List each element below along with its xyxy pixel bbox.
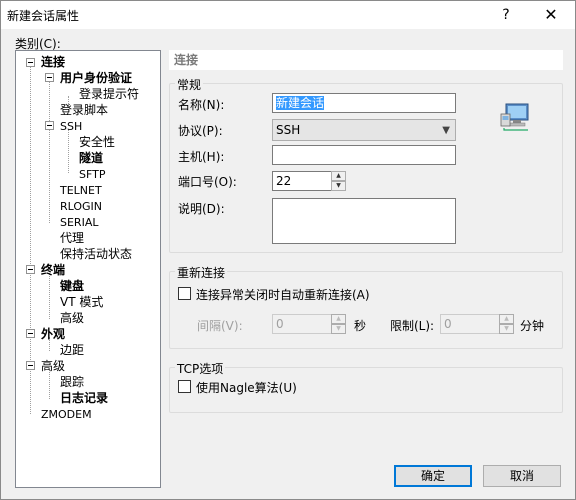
tree-item-margins[interactable]: 边距 bbox=[60, 343, 84, 358]
limit-unit: 分钟 bbox=[520, 319, 545, 333]
interval-spin-up[interactable]: ▲ bbox=[331, 314, 346, 324]
close-button[interactable]: ✕ bbox=[533, 4, 569, 26]
help-button[interactable]: ? bbox=[491, 4, 521, 26]
expander-connection[interactable] bbox=[26, 58, 35, 67]
tree-line bbox=[49, 273, 50, 319]
title-bar: 新建会话属性 ? ✕ bbox=[1, 1, 575, 29]
expander-auth[interactable] bbox=[45, 73, 54, 82]
name-input[interactable]: 新建会话 bbox=[272, 93, 456, 113]
tree-item-ssh[interactable]: SSH bbox=[60, 119, 82, 134]
window-title: 新建会话属性 bbox=[7, 9, 80, 23]
interval-label: 间隔(V): bbox=[197, 319, 243, 333]
category-tree[interactable]: 连接 用户身份验证 登录提示符 登录脚本 SSH 安全性 隧道 SFTP TEL… bbox=[15, 50, 161, 488]
tree-line bbox=[68, 129, 69, 173]
ok-button[interactable]: 确定 bbox=[394, 465, 472, 487]
cancel-button[interactable]: 取消 bbox=[483, 465, 561, 487]
protocol-select[interactable]: SSH ▼ bbox=[272, 119, 456, 141]
tree-item-proxy[interactable]: 代理 bbox=[60, 231, 84, 246]
protocol-value: SSH bbox=[276, 123, 301, 137]
session-properties-dialog: 新建会话属性 ? ✕ 类别(C): 连接 用户身份验证 登录提示符 登录脚本 S… bbox=[0, 0, 576, 500]
port-spin-up[interactable]: ▲ bbox=[331, 171, 346, 181]
port-spin-down[interactable]: ▼ bbox=[331, 181, 346, 191]
tree-item-telnet[interactable]: TELNET bbox=[60, 183, 102, 198]
limit-input[interactable]: 0 bbox=[440, 314, 500, 334]
interval-spin-down[interactable]: ▼ bbox=[331, 324, 346, 334]
tree-line bbox=[49, 81, 50, 223]
network-computer-icon bbox=[500, 103, 529, 131]
tree-item-advanced[interactable]: 高级 bbox=[41, 359, 65, 374]
tcp-group-title: TCP选项 bbox=[175, 360, 226, 377]
limit-label: 限制(L): bbox=[390, 319, 435, 333]
tree-item-login-prompt[interactable]: 登录提示符 bbox=[79, 87, 139, 102]
tree-item-appearance[interactable]: 外观 bbox=[41, 327, 65, 342]
protocol-label: 协议(P): bbox=[178, 124, 223, 138]
expander-terminal[interactable] bbox=[26, 265, 35, 274]
expander-ssh[interactable] bbox=[45, 121, 54, 130]
tree-item-serial[interactable]: SERIAL bbox=[60, 215, 98, 230]
name-value: 新建会话 bbox=[276, 96, 325, 110]
name-label: 名称(N): bbox=[178, 98, 225, 112]
tree-item-vt-mode[interactable]: VT 模式 bbox=[60, 295, 103, 310]
host-input[interactable] bbox=[272, 145, 456, 165]
reconnect-group bbox=[169, 271, 563, 349]
auto-reconnect-label[interactable]: 连接异常关闭时自动重新连接(A) bbox=[196, 286, 370, 303]
tree-item-user-auth[interactable]: 用户身份验证 bbox=[60, 71, 132, 86]
tree-item-sftp[interactable]: SFTP bbox=[79, 167, 105, 182]
host-label: 主机(H): bbox=[178, 150, 225, 164]
chevron-down-icon: ▼ bbox=[442, 125, 450, 136]
panel-header: 连接 bbox=[169, 50, 563, 70]
tree-item-tunnel[interactable]: 隧道 bbox=[79, 151, 103, 166]
tree-item-rlogin[interactable]: RLOGIN bbox=[60, 199, 102, 214]
expander-advanced[interactable] bbox=[26, 361, 35, 370]
tree-item-zmodem[interactable]: ZMODEM bbox=[41, 407, 92, 422]
tree-item-terminal-advanced[interactable]: 高级 bbox=[60, 311, 84, 326]
interval-unit: 秒 bbox=[354, 319, 367, 333]
general-group-title: 常规 bbox=[175, 76, 204, 93]
nagle-label[interactable]: 使用Nagle算法(U) bbox=[196, 379, 297, 396]
limit-spin-up[interactable]: ▲ bbox=[499, 314, 514, 324]
expander-appearance[interactable] bbox=[26, 329, 35, 338]
reconnect-group-title: 重新连接 bbox=[175, 264, 228, 281]
nagle-checkbox[interactable] bbox=[178, 380, 191, 393]
limit-spin-down[interactable]: ▼ bbox=[499, 324, 514, 334]
tree-item-security[interactable]: 安全性 bbox=[79, 135, 115, 150]
desc-label: 说明(D): bbox=[178, 202, 225, 216]
tree-item-logging[interactable]: 日志记录 bbox=[60, 391, 108, 406]
port-input[interactable]: 22 bbox=[272, 171, 332, 191]
tree-item-terminal[interactable]: 终端 bbox=[41, 263, 65, 278]
tree-item-trace[interactable]: 跟踪 bbox=[60, 375, 84, 390]
tree-item-keyboard[interactable]: 键盘 bbox=[60, 279, 84, 294]
desc-textarea[interactable] bbox=[272, 198, 456, 244]
auto-reconnect-checkbox[interactable] bbox=[178, 287, 191, 300]
tree-item-connection[interactable]: 连接 bbox=[41, 55, 65, 70]
port-label: 端口号(O): bbox=[178, 175, 237, 189]
tree-item-keepalive[interactable]: 保持活动状态 bbox=[60, 247, 132, 262]
tree-item-login-script[interactable]: 登录脚本 bbox=[60, 103, 108, 118]
interval-input[interactable]: 0 bbox=[272, 314, 332, 334]
